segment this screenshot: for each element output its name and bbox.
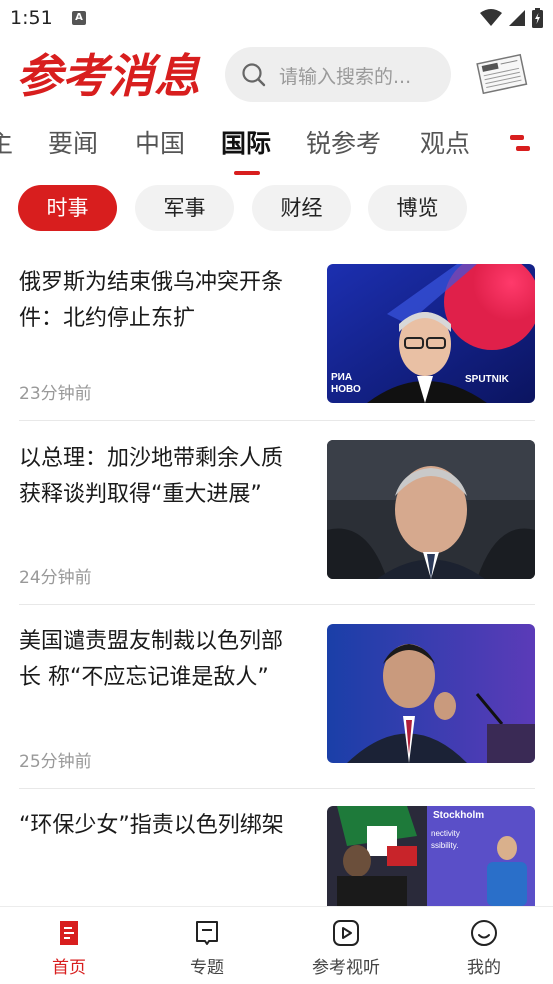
svg-text:nectivity: nectivity <box>431 829 460 838</box>
news-title[interactable]: 以总理：加沙地带剩余人质获释谈判取得“重大进展” <box>19 441 304 513</box>
notification-a-icon: A <box>72 11 86 25</box>
header: 参考消息 请输入搜索的... <box>0 36 553 116</box>
news-thumbnail[interactable]: Stockholm nectivity ssibility. <box>327 806 535 906</box>
subtab-bolan[interactable]: 博览 <box>368 185 467 231</box>
tab-guandian[interactable]: 观点 <box>420 124 470 160</box>
search-placeholder: 请输入搜索的... <box>279 66 412 88</box>
tab-zhu[interactable]: 主 <box>0 124 13 160</box>
news-item[interactable]: 俄罗斯为结束俄乌冲突开条件：北约停止东扩 23分钟前 РИА НОВО SPUT… <box>0 264 553 421</box>
tab-yaowen[interactable]: 要闻 <box>48 124 98 160</box>
battery-icon <box>532 8 543 28</box>
divider <box>19 420 535 421</box>
news-item[interactable]: 美国谴责盟友制裁以色列部长 称“不应忘记谁是敌人” 25分钟前 <box>0 624 553 789</box>
tab-guoji[interactable]: 国际 <box>221 124 271 160</box>
news-item[interactable]: 以总理：加沙地带剩余人质获释谈判取得“重大进展” 24分钟前 <box>0 440 553 605</box>
subtab-shishi[interactable]: 时事 <box>18 185 117 231</box>
news-thumbnail[interactable] <box>327 624 535 763</box>
news-time: 25分钟前 <box>19 752 92 772</box>
status-time: 1:51 <box>10 7 53 29</box>
play-icon <box>333 920 359 946</box>
active-tab-indicator <box>234 171 260 175</box>
nav-label: 首页 <box>52 958 86 978</box>
wifi-icon <box>480 9 502 26</box>
subtab-junshi[interactable]: 军事 <box>135 185 234 231</box>
sub-tabs: 时事 军事 财经 博览 <box>0 185 553 233</box>
svg-text:НОВО: НОВО <box>331 384 361 395</box>
news-time: 24分钟前 <box>19 568 92 588</box>
search-icon <box>242 63 266 87</box>
cankao-xiaoxi-logo[interactable]: 参考消息 <box>16 42 211 104</box>
nav-home[interactable]: 首页 <box>0 907 138 984</box>
status-icons <box>480 8 543 28</box>
channel-menu-icon[interactable] <box>508 133 532 155</box>
nav-topics[interactable]: 专题 <box>138 907 276 984</box>
nav-label: 我的 <box>467 958 501 978</box>
search-input[interactable]: 请输入搜索的... <box>225 47 451 102</box>
home-doc-icon <box>60 921 78 945</box>
news-title[interactable]: “环保少女”指责以色列绑架 <box>19 808 304 844</box>
bottom-nav: 首页 专题 参考视听 我的 <box>0 906 553 984</box>
nav-label: 参考视听 <box>312 958 380 978</box>
profile-smile-icon <box>471 920 497 946</box>
news-title[interactable]: 俄罗斯为结束俄乌冲突开条件：北约停止东扩 <box>19 265 304 337</box>
svg-text:参考消息: 参考消息 <box>16 49 201 103</box>
nav-label: 专题 <box>190 958 224 978</box>
status-bar: 1:51 A <box>0 0 553 36</box>
tab-ruicankao[interactable]: 锐参考 <box>306 124 381 160</box>
svg-text:SPUTNIK: SPUTNIK <box>465 374 510 385</box>
nav-video[interactable]: 参考视听 <box>277 907 415 984</box>
signal-icon <box>509 10 525 26</box>
svg-text:ssibility.: ssibility. <box>431 841 458 850</box>
subtab-caijing[interactable]: 财经 <box>252 185 351 231</box>
news-time: 23分钟前 <box>19 384 92 404</box>
svg-text:РИА: РИА <box>331 372 352 383</box>
svg-text:Stockholm: Stockholm <box>433 810 484 821</box>
tab-zhongguo[interactable]: 中国 <box>135 124 185 160</box>
category-tabs: 主 要闻 中国 国际 锐参考 观点 <box>0 118 553 178</box>
newspaper-icon[interactable] <box>476 53 528 97</box>
news-thumbnail[interactable]: РИА НОВО SPUTNIK <box>327 264 535 403</box>
news-title[interactable]: 美国谴责盟友制裁以色列部长 称“不应忘记谁是敌人” <box>19 624 304 696</box>
divider <box>19 604 535 605</box>
nav-mine[interactable]: 我的 <box>415 907 553 984</box>
bookmark-icon <box>196 921 218 945</box>
news-thumbnail[interactable] <box>327 440 535 579</box>
divider <box>19 788 535 789</box>
news-item[interactable]: “环保少女”指责以色列绑架 Stockholm nectivity ssibil… <box>0 806 553 906</box>
